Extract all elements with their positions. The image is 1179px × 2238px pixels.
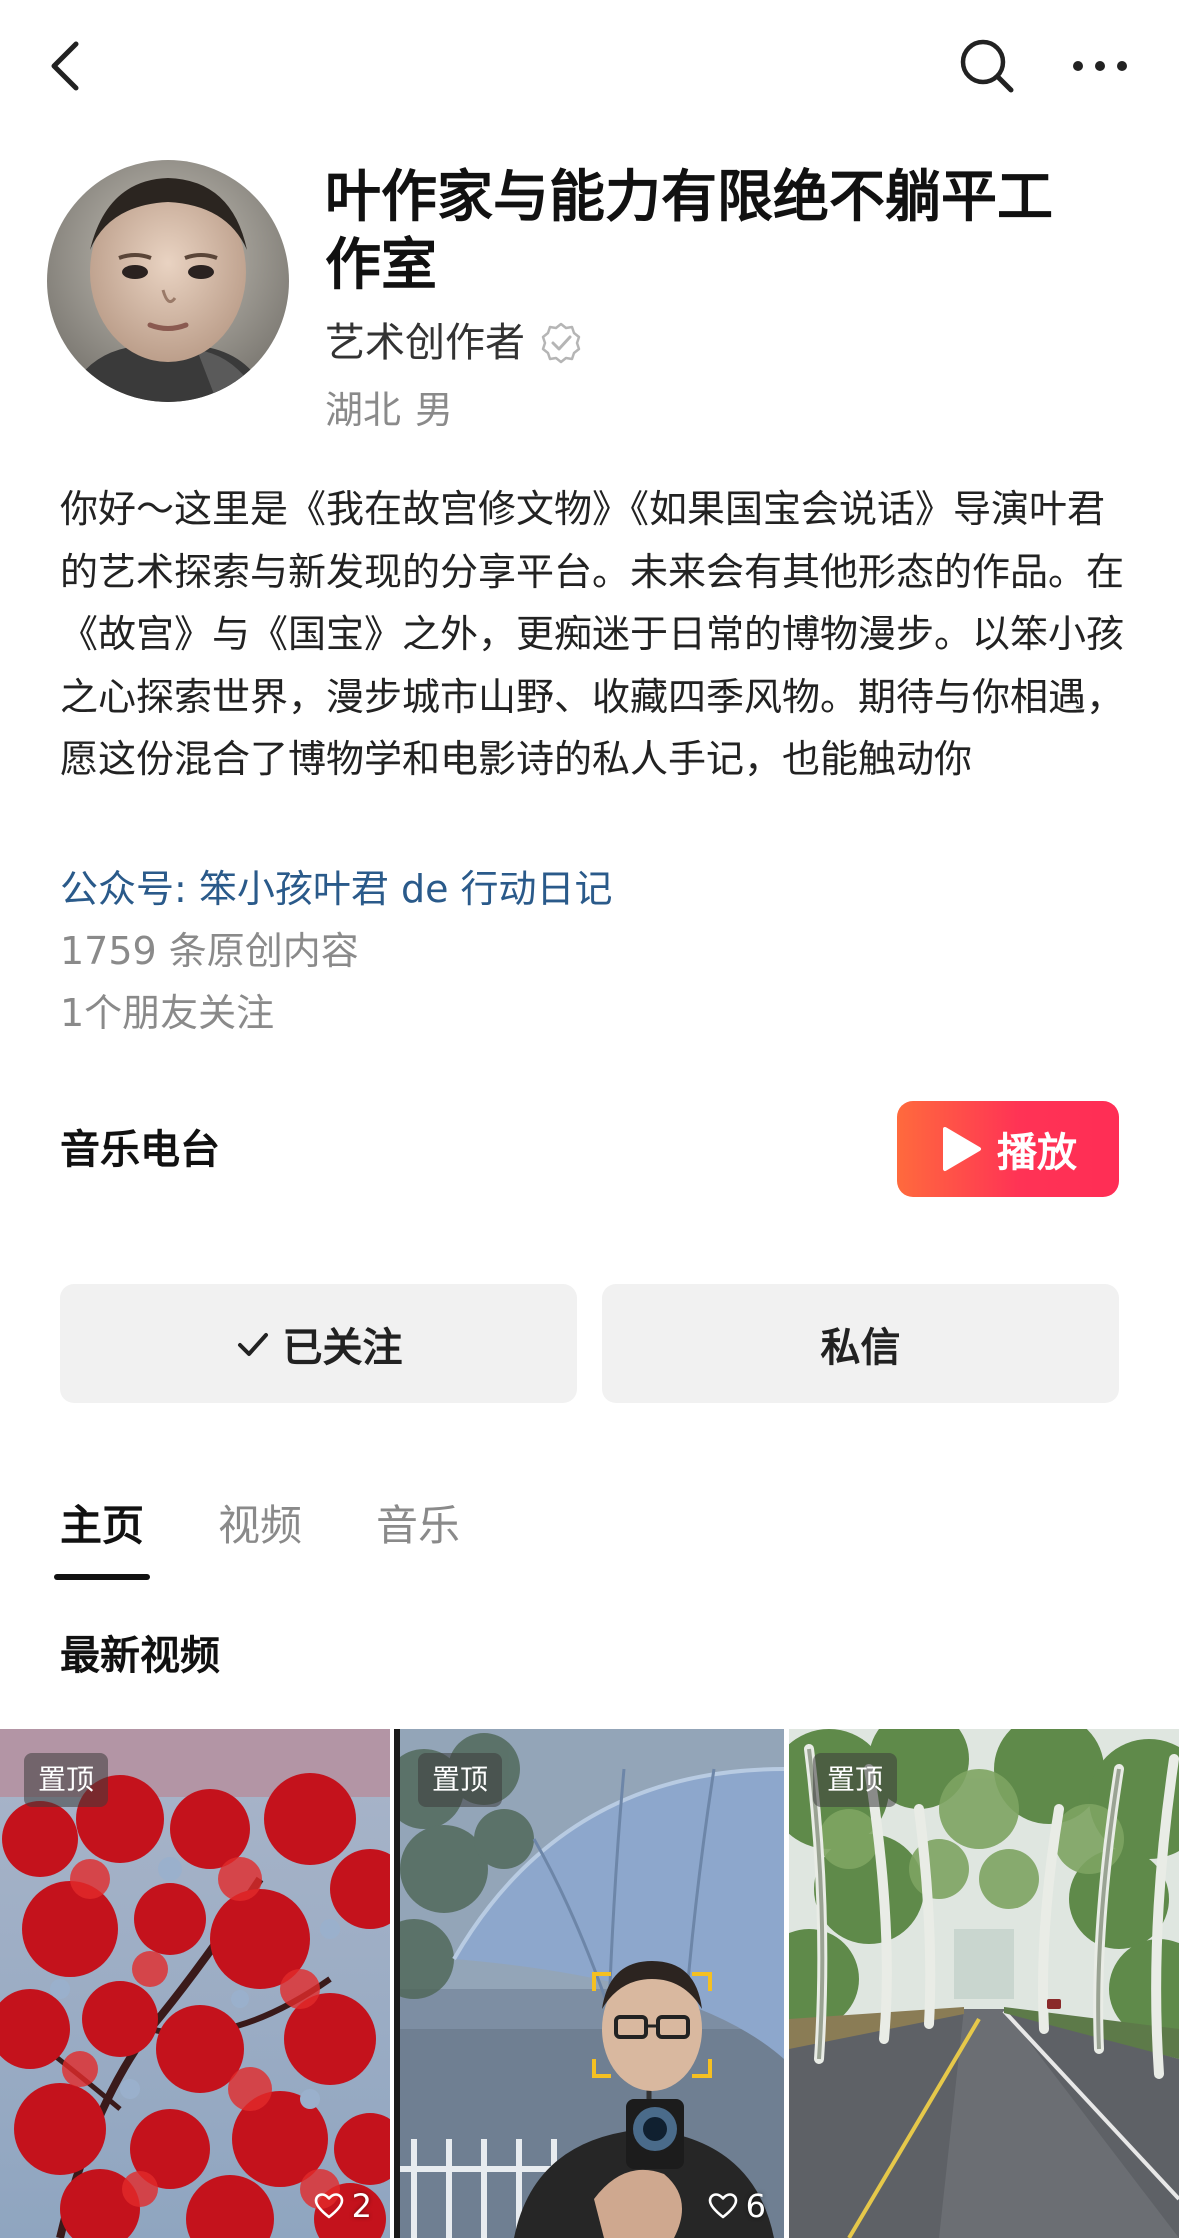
original-content-count[interactable]: 1759 条原创内容 — [60, 920, 359, 982]
tab-music-label: 音乐 — [376, 1501, 461, 1550]
chevron-left-icon — [51, 41, 79, 91]
heart-icon — [708, 2193, 737, 2219]
latest-videos-title: 最新视频 — [60, 1633, 220, 1679]
gender-text: 男 — [415, 388, 454, 432]
more-button[interactable] — [1068, 34, 1132, 98]
video-grid: 置顶 2 置顶 6 置顶 — [0, 1729, 1179, 2238]
pinned-badge: 置顶 — [813, 1753, 898, 1807]
tab-home-label: 主页 — [60, 1501, 145, 1550]
music-radio-label: 音乐电台 — [60, 1127, 220, 1173]
video-thumbnail[interactable]: 置顶 6 — [394, 1729, 784, 2238]
video-thumbnail[interactable]: 置顶 2 — [0, 1729, 390, 2238]
back-button[interactable] — [40, 34, 96, 98]
friends-following-count[interactable]: 1个朋友关注 — [60, 982, 274, 1044]
tab-home[interactable]: 主页 — [54, 1490, 150, 1580]
profile-location: 湖北男 — [325, 382, 453, 438]
like-count: 2 — [314, 2184, 372, 2228]
more-dots-icon — [1073, 61, 1127, 71]
pinned-badge: 置顶 — [24, 1753, 109, 1807]
profile-header: 叶作家与能力有限绝不躺平工作室 艺术创作者 湖北男 — [0, 150, 1179, 450]
play-icon — [943, 1127, 981, 1171]
region-text: 湖北 — [325, 388, 402, 432]
tab-music[interactable]: 音乐 — [376, 1490, 460, 1570]
follow-button[interactable]: 已关注 — [60, 1284, 577, 1403]
avatar[interactable] — [47, 160, 289, 402]
official-account-link[interactable]: 公众号: 笨小孩叶君 de 行动日记 — [60, 858, 613, 920]
profile-tabs: 主页 视频 音乐 — [54, 1490, 534, 1580]
like-count: 6 — [708, 2184, 766, 2228]
profile-bio: 你好～这里是《我在故宫修文物》《如果国宝会说话》导演叶君的艺术探索与新发现的分享… — [60, 487, 1125, 781]
play-button[interactable]: 播放 — [897, 1101, 1119, 1197]
tab-videos-label: 视频 — [218, 1501, 303, 1550]
search-icon — [960, 39, 1014, 93]
search-button[interactable] — [955, 34, 1019, 98]
checkmark-icon — [237, 1332, 268, 1356]
active-tab-indicator — [54, 1574, 150, 1580]
verified-badge-icon[interactable] — [539, 321, 583, 365]
tab-videos[interactable]: 视频 — [218, 1490, 302, 1570]
play-label: 播放 — [997, 1130, 1077, 1176]
profile-name: 叶作家与能力有限绝不躺平工作室 — [325, 165, 1053, 298]
heart-icon — [314, 2193, 343, 2219]
pinned-badge: 置顶 — [418, 1753, 503, 1807]
video-thumbnail[interactable]: 置顶 — [789, 1729, 1179, 2238]
follow-label: 已关注 — [282, 1324, 403, 1371]
like-count-value: 2 — [351, 2187, 372, 2225]
top-bar — [0, 0, 1179, 140]
message-label: 私信 — [820, 1324, 901, 1371]
profile-role: 艺术创作者 — [325, 315, 583, 371]
message-button[interactable]: 私信 — [602, 1284, 1119, 1403]
like-count-value: 6 — [745, 2187, 766, 2225]
role-label: 艺术创作者 — [325, 320, 525, 366]
